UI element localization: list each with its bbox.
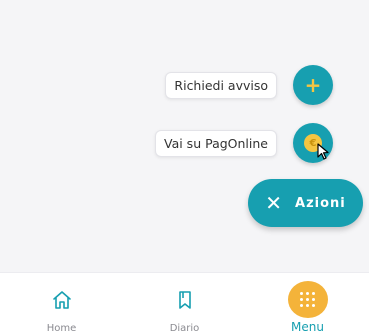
bookmark-icon [165,281,205,319]
nav-item-menu[interactable]: Menu [246,273,369,334]
pagonline-button[interactable]: € [293,123,333,163]
richiedi-avviso-label[interactable]: Richiedi avviso [165,71,277,99]
nav-label-diario: Diario [169,323,200,334]
nav-label-home: Home [46,323,77,334]
home-icon [42,281,82,319]
azioni-label: Azioni [295,195,346,211]
bottom-navigation: Home Diario Menu [0,272,369,334]
nav-item-diario[interactable]: Diario [123,273,246,334]
plus-icon: + [304,73,322,97]
fab-item-richiedi-avviso[interactable]: Richiedi avviso + [165,65,333,105]
richiedi-avviso-button[interactable]: + [293,65,333,105]
mouse-cursor-icon [317,143,329,160]
nav-label-menu: Menu [291,320,324,334]
nav-item-home[interactable]: Home [0,273,123,334]
azioni-button[interactable]: ✕ Azioni [248,179,363,227]
grid-icon [287,281,328,318]
fab-item-pagonline[interactable]: Vai su PagOnline € [155,123,333,163]
close-icon: ✕ [265,191,284,215]
pagonline-label[interactable]: Vai su PagOnline [155,129,277,157]
